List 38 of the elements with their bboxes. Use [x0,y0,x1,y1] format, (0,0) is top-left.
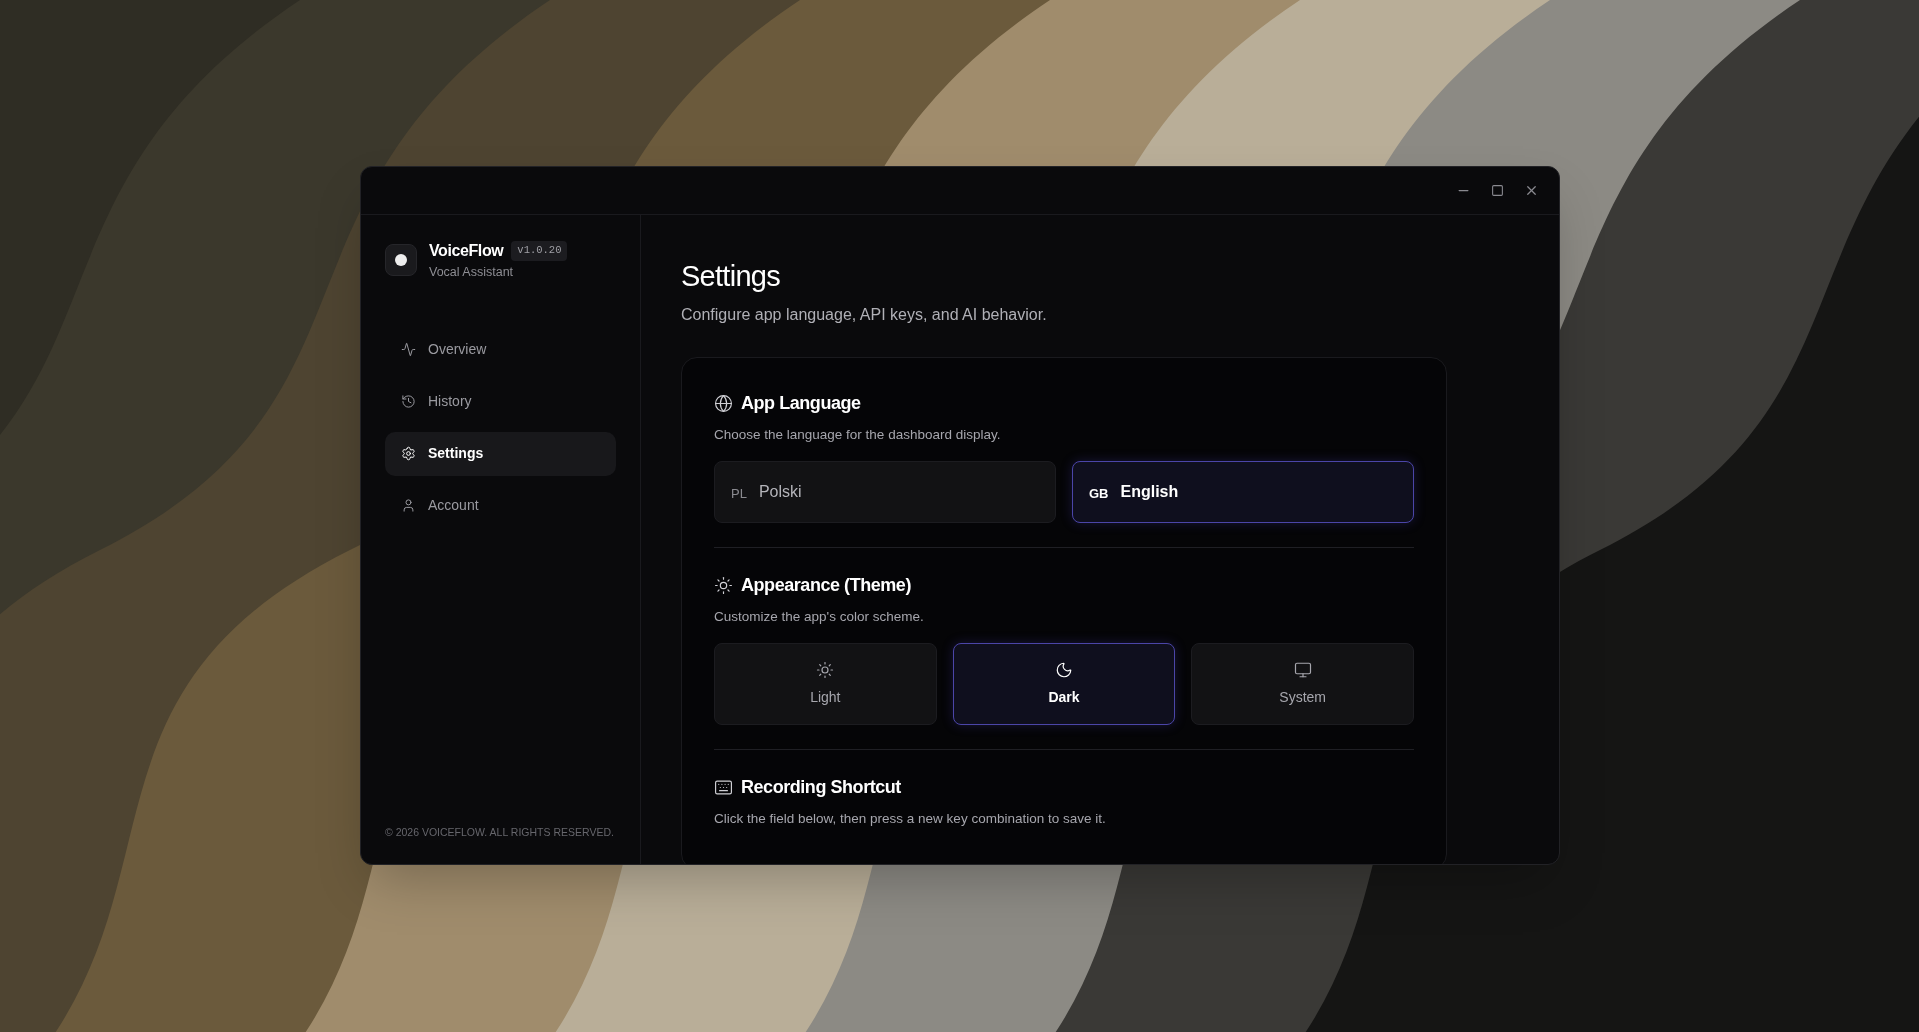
theme-option[interactable]: System [1191,643,1414,725]
sun-icon [816,660,835,679]
theme-option[interactable]: Light [714,643,937,725]
logo-icon [385,244,417,277]
section-title: Recording Shortcut [741,776,901,799]
section-description: Customize the app's color scheme. [714,607,925,626]
section-description: Click the field below, then press a new key combination to save it. [714,810,1107,828]
language-name: English [1120,481,1179,502]
nav-item[interactable]: Settings [385,431,616,476]
copyright: © 2026 VOICEFLOW. ALL RIGHTS RESERVED. [385,825,615,840]
country-code: GB [1089,485,1109,503]
app-name: VoiceFlow [429,241,504,261]
page-subtitle: Configure app language, API keys, and AI behavior. [681,304,1048,325]
user-icon [401,498,416,514]
theme-option[interactable]: Dark [952,643,1176,725]
language-name: Polski [758,481,802,502]
maximize-icon[interactable] [1491,184,1504,197]
nav-item[interactable]: History [385,379,616,424]
version-badge: v1.0.20 [511,241,568,261]
country-code: PL [731,485,747,503]
globe-icon [714,393,733,413]
section-title: Appearance (Theme) [741,573,911,597]
close-icon[interactable] [1524,183,1539,198]
section-title: App Language [741,391,861,415]
page-title: Settings [681,259,781,294]
nav-item[interactable]: Account [385,483,616,528]
keyboard-icon [714,778,733,797]
settings-icon [401,446,416,462]
moon-icon [1055,660,1073,679]
section-description: Choose the language for the dashboard display. [714,425,1002,444]
language-option[interactable]: GB English [1072,460,1414,523]
language-option[interactable]: PL Polski [714,460,1056,523]
nav-item[interactable]: Overview [385,327,616,372]
app-subtitle: Vocal Assistant [429,264,515,281]
sun-icon [714,575,733,595]
pulse-icon [401,342,416,358]
history-icon [401,394,416,410]
monitor-icon [1293,660,1312,679]
